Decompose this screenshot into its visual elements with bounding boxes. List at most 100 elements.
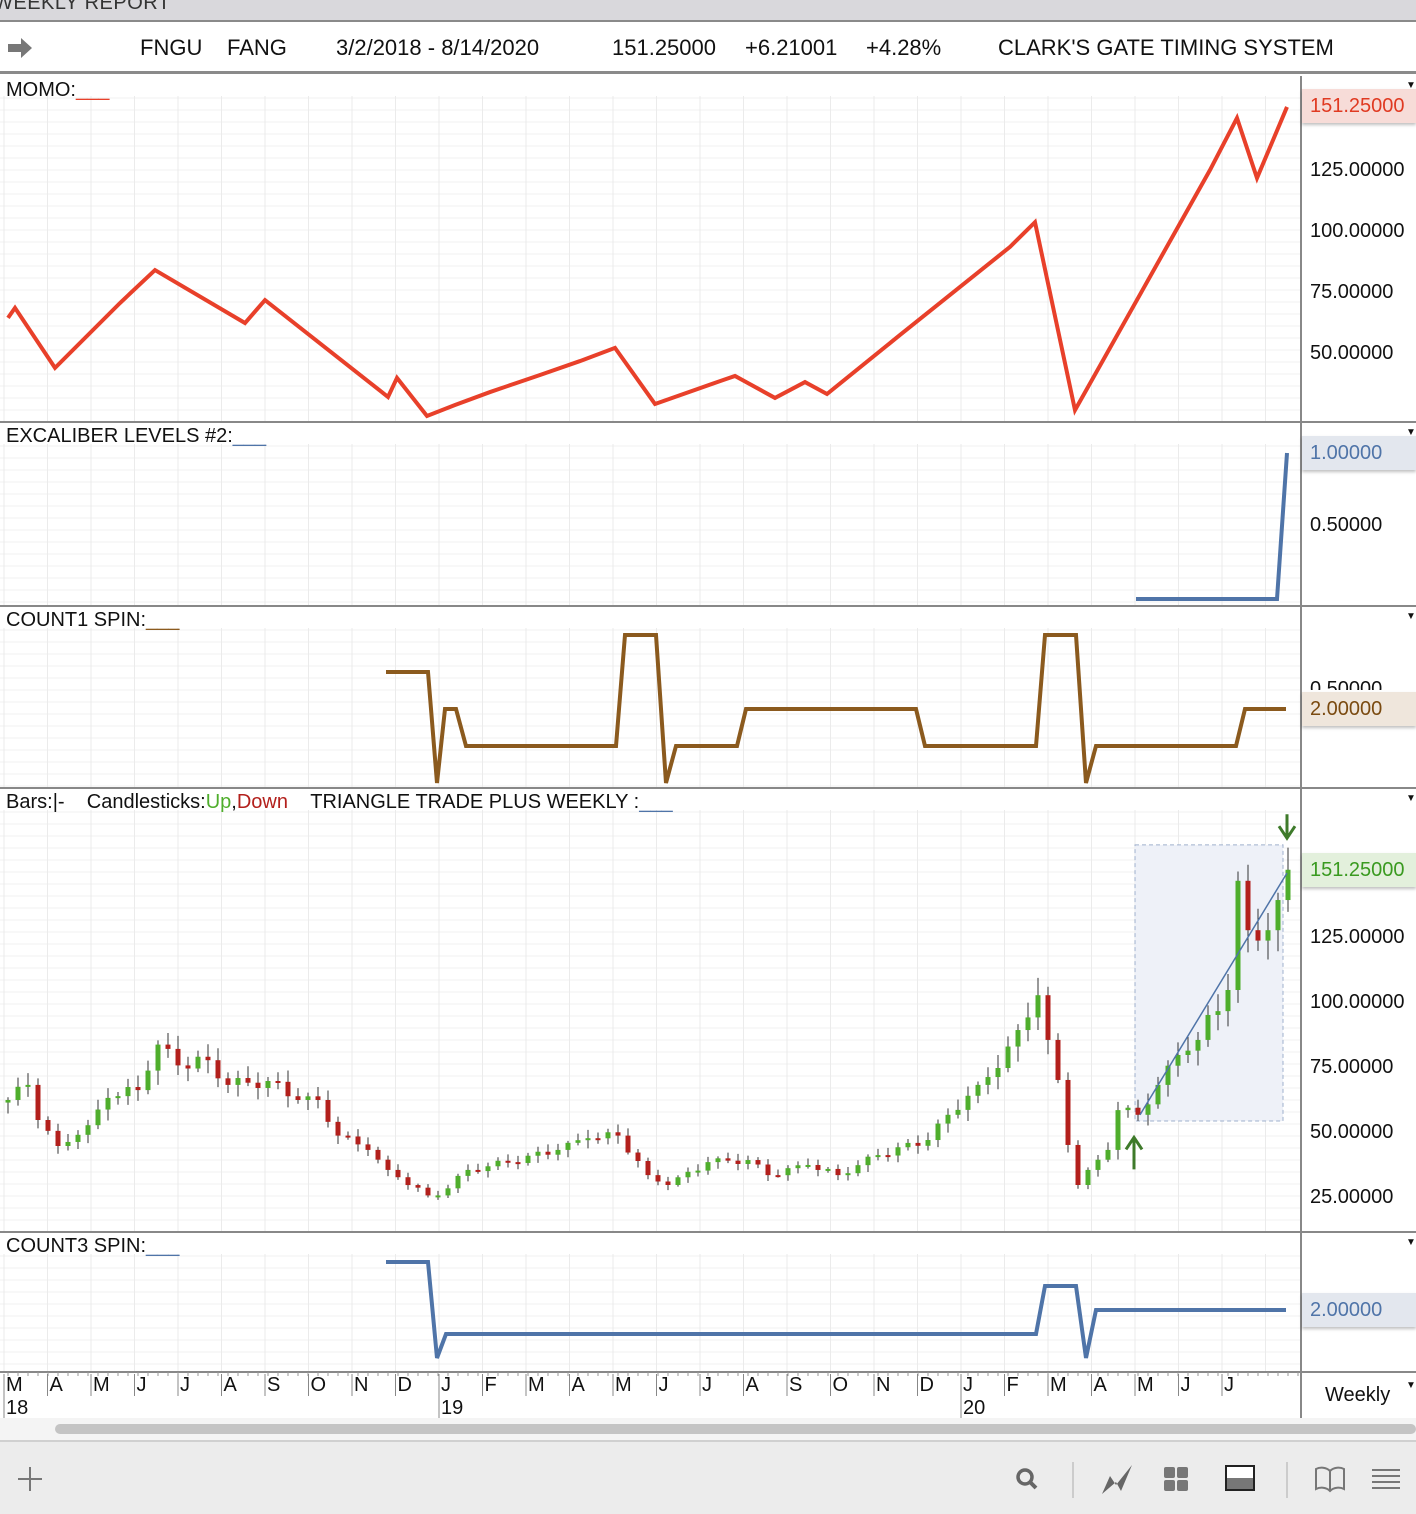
month-label: J (1224, 1374, 1234, 1396)
chart-style-icon[interactable] (1100, 1462, 1134, 1496)
year-label: 19 (441, 1397, 464, 1419)
axis-label: 125.00000 (1310, 926, 1405, 948)
candle-body (1185, 1050, 1191, 1055)
book-icon[interactable] (1313, 1462, 1347, 1496)
candle-body (765, 1164, 771, 1176)
count3-spin-line (386, 1260, 1286, 1359)
candle-body (915, 1142, 921, 1146)
candle-body (1115, 1110, 1121, 1150)
add-icon[interactable] (13, 1462, 47, 1496)
month-label: O (310, 1374, 327, 1396)
candle-body (785, 1168, 791, 1176)
candle-body (825, 1168, 831, 1171)
candle-body (105, 1097, 111, 1110)
candle-body (1245, 880, 1251, 931)
candle-body (335, 1121, 341, 1136)
candle-body (595, 1138, 601, 1141)
excaliber-current-value: 1.00000 (1302, 436, 1416, 470)
candle-body (75, 1134, 81, 1142)
candle-body (655, 1175, 661, 1182)
candle-body (445, 1188, 451, 1196)
candle-body (45, 1120, 51, 1131)
triangle-trade-box (1134, 844, 1284, 1122)
candle-body (365, 1144, 371, 1150)
month-label: M (528, 1374, 545, 1396)
month-label: M (93, 1374, 110, 1396)
axis-label: 100.00000 (1310, 991, 1405, 1013)
panel-icon[interactable] (1224, 1462, 1258, 1496)
candle-body (935, 1123, 941, 1141)
candle-body (585, 1138, 591, 1141)
month-label: J (180, 1374, 190, 1396)
candle-body (625, 1135, 631, 1153)
candle-body (205, 1056, 211, 1061)
candle-body (235, 1078, 241, 1085)
candle-body (725, 1158, 731, 1161)
candle-body (1085, 1169, 1091, 1185)
candle-body (545, 1151, 551, 1155)
axis-label: 100.00000 (1310, 220, 1405, 242)
candle-body (1255, 930, 1261, 941)
axis-label: 0.50000 (1310, 514, 1383, 536)
candle-body (695, 1170, 701, 1173)
candle-body (465, 1169, 471, 1176)
month-label: A (571, 1374, 585, 1396)
candle-body (1045, 995, 1051, 1040)
candle-body (485, 1166, 491, 1172)
candle-body (5, 1099, 11, 1103)
count1-spin-line (386, 633, 1286, 784)
price-pane-legend: Bars:|- Candlesticks:Up,Down TRIANGLE TR… (6, 791, 673, 813)
candle-body (435, 1195, 441, 1198)
interval-selector[interactable]: Weekly (1325, 1384, 1390, 1407)
candle-body (385, 1159, 391, 1170)
candle-body (1135, 1107, 1141, 1115)
month-label: A (745, 1374, 759, 1396)
candle-body (15, 1086, 21, 1100)
candle-body (35, 1084, 41, 1120)
pane-menu-icon[interactable]: ▼ (1406, 1237, 1416, 1248)
axis-label: 0.50000 (1310, 678, 1383, 690)
candle-body (865, 1156, 871, 1166)
candle-body (295, 1096, 301, 1100)
candle-body (525, 1155, 531, 1163)
axis-label: 75.00000 (1310, 1056, 1394, 1078)
candle-body (1225, 990, 1231, 1012)
search-icon[interactable] (1010, 1462, 1044, 1496)
candle-body (555, 1149, 561, 1155)
pane-menu-icon[interactable]: ▼ (1406, 427, 1416, 438)
interval-dropdown-icon[interactable]: ▼ (1406, 1380, 1416, 1391)
candle-body (1075, 1144, 1081, 1185)
candle-body (855, 1165, 861, 1174)
candle-body (685, 1171, 691, 1178)
candle-body (225, 1078, 231, 1085)
candle-body (1025, 1017, 1031, 1031)
candle-body (455, 1175, 461, 1189)
candle-body (1205, 1014, 1211, 1040)
candle-body (735, 1160, 741, 1164)
axis-label: 125.00000 (1310, 159, 1405, 181)
candle-body (415, 1185, 421, 1188)
momo-line (6, 106, 1289, 419)
candle-body (285, 1081, 291, 1097)
axis-label: 50.00000 (1310, 1121, 1394, 1143)
candle-body (805, 1164, 811, 1167)
month-label: J (658, 1374, 669, 1396)
candle-body (925, 1140, 931, 1146)
horizontal-scrollbar-track[interactable] (0, 1418, 1416, 1440)
menu-icon[interactable] (1369, 1462, 1403, 1496)
candle-body (355, 1136, 361, 1145)
chart-area[interactable] (0, 0, 1416, 1440)
pane-menu-icon[interactable]: ▼ (1406, 80, 1416, 91)
horizontal-scrollbar-thumb[interactable] (55, 1424, 1416, 1434)
layout-grid-icon[interactable] (1159, 1462, 1193, 1496)
candle-body (1195, 1039, 1201, 1051)
candle-body (1055, 1039, 1061, 1080)
pane-menu-icon[interactable]: ▼ (1406, 793, 1416, 804)
month-label: A (49, 1374, 63, 1396)
excaliber-label: EXCALIBER LEVELS #2:___ (6, 425, 267, 447)
candle-body (315, 1096, 321, 1100)
candle-body (1105, 1149, 1111, 1160)
candle-body (1035, 995, 1041, 1018)
pane-menu-icon[interactable]: ▼ (1406, 611, 1416, 622)
month-label: M (1137, 1374, 1154, 1396)
